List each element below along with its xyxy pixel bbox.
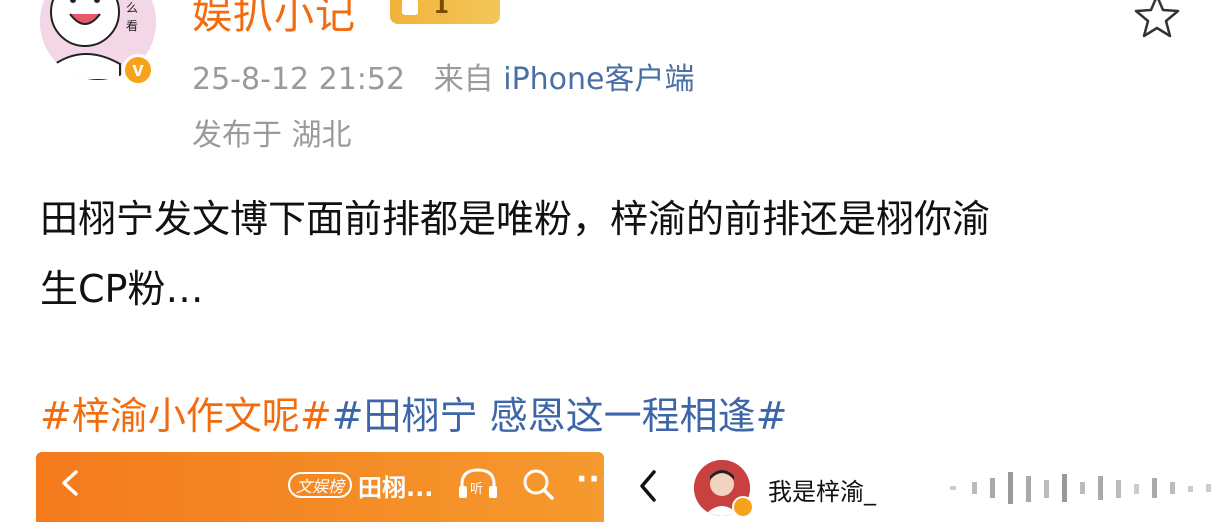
back-arrow-icon — [62, 470, 78, 496]
post-timestamp: 25-8-12 21:52 — [192, 62, 406, 97]
listen-icon: 听 — [459, 468, 497, 498]
svg-text:么: 么 — [126, 1, 138, 15]
post-location: 发布于 湖北 — [192, 118, 352, 153]
hashtag-link[interactable]: #梓渝小作文呢# — [40, 394, 332, 438]
hashtag-link[interactable]: #田栩宁 感恩这一程相逢# — [332, 394, 788, 438]
user-name: 我是梓渝_ — [768, 478, 876, 506]
favorite-star-icon[interactable] — [1130, 0, 1184, 38]
verified-icon — [732, 496, 754, 518]
post-meta: 25-8-12 21:52 来自 iPhone客户端 — [192, 54, 695, 98]
post-source-link[interactable]: iPhone客户端 — [503, 62, 694, 97]
post-text: 田栩宁发文博下面前排都是唯粉，梓渝的前排还是栩你渝 生CP粉… — [40, 184, 1190, 324]
username[interactable]: 娱扒小记 — [192, 0, 356, 40]
back-arrow-icon — [640, 470, 656, 502]
audio-bars-icon — [950, 472, 1211, 504]
search-icon — [523, 469, 554, 500]
ranking-pill: 文娱榜 — [288, 472, 353, 498]
hashtags: #梓渝小作文呢##田栩宁 感恩这一程相逢# — [40, 390, 787, 442]
level-badge-icon: 1 — [390, 0, 500, 24]
svg-text:看: 看 — [126, 19, 138, 33]
screenshot-title: 田栩... — [358, 474, 434, 502]
verified-icon: v — [122, 54, 154, 86]
source-prefix: 来自 — [433, 62, 494, 97]
listen-label: 听 — [470, 482, 483, 497]
level-badge-value: 1 — [433, 0, 449, 19]
post-text-line-1: 田栩宁发文博下面前排都是唯粉，梓渝的前排还是栩你渝 — [40, 197, 991, 241]
more-icon: ··· — [576, 462, 614, 497]
post-text-line-2: 生CP粉… — [40, 267, 204, 311]
